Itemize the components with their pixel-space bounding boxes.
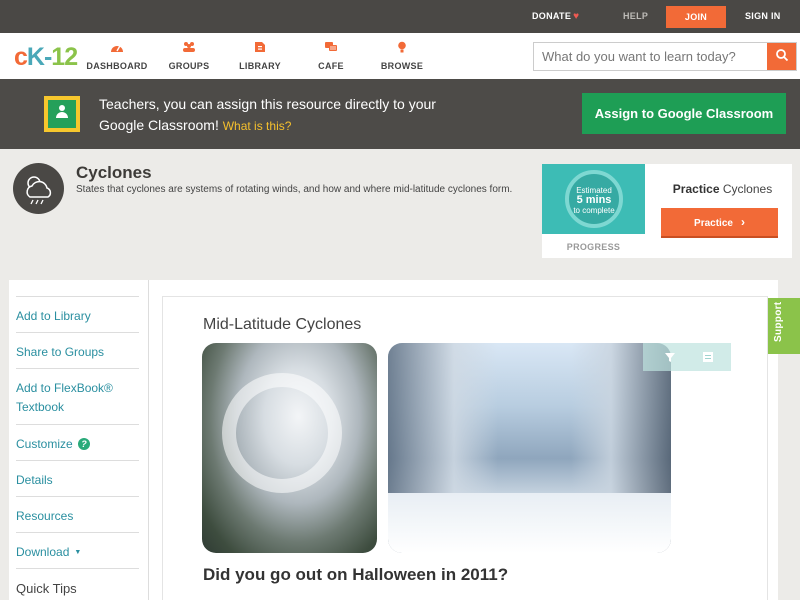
article-title: Mid-Latitude Cyclones [203, 316, 362, 333]
nav-cafe-label: CAFE [318, 61, 344, 71]
weather-cloud-icon [13, 163, 64, 214]
article: Mid-Latitude Cyclones Did you go out on … [162, 296, 768, 600]
estimated-time-ring: Estimated 5 mins to complete [565, 170, 623, 228]
satellite-cyclone-image [202, 343, 377, 553]
estimated-minutes: 5 mins [576, 194, 612, 206]
sidebar-item-resources[interactable]: Resources [16, 496, 139, 526]
groups-icon [183, 42, 195, 52]
sidebar-item-add-to-flexbook[interactable]: Add to FlexBook® Textbook [16, 368, 139, 417]
action-sidebar: Add to Library Share to Groups Add to Fl… [9, 280, 149, 600]
ck12-logo[interactable]: cK-12 [14, 43, 78, 72]
what-is-this-link[interactable]: What is this? [223, 119, 292, 133]
image-toolbar [643, 343, 731, 371]
nav-library-label: LIBRARY [239, 61, 281, 71]
sidebar-item-details[interactable]: Details [16, 460, 139, 490]
nav-library[interactable]: LIBRARY [225, 41, 295, 74]
concept-title: Cyclones [76, 163, 152, 182]
support-tab[interactable]: Support [768, 298, 800, 354]
help-link[interactable]: HELP [623, 0, 648, 33]
logo-c: c [14, 43, 28, 71]
content-panel: Add to Library Share to Groups Add to Fl… [9, 280, 778, 600]
dashboard-icon [111, 45, 123, 52]
main-nav: cK-12 DASHBOARD GROUPS LIBRARY CAFE BROW… [0, 33, 800, 79]
practice-heading: Practice Cyclones [660, 182, 785, 196]
caret-down-icon: ▼ [74, 549, 82, 556]
progress-label: PROGRESS [566, 242, 621, 252]
sidebar-item-quick-tips[interactable]: Quick Tips [16, 568, 139, 598]
notes-icon[interactable] [701, 350, 715, 364]
browse-icon [398, 41, 406, 53]
search-input[interactable] [534, 43, 768, 70]
google-classroom-icon [44, 96, 80, 132]
nav-groups[interactable]: GROUPS [154, 41, 224, 74]
practice-heading-bold: Practice [672, 182, 720, 196]
sidebar-item-download[interactable]: Download ▼ [16, 532, 139, 562]
chevron-right-icon: › [740, 215, 745, 229]
assign-google-classroom-button[interactable]: Assign to Google Classroom [582, 93, 786, 134]
banner-message: Teachers, you can assign this resource d… [99, 94, 459, 137]
sidebar-item-share-to-groups[interactable]: Share to Groups [16, 332, 139, 362]
search-icon [775, 49, 788, 62]
heart-icon: ♥ [573, 11, 580, 22]
library-icon [255, 42, 265, 52]
donate-label: DONATE [532, 11, 572, 21]
logo-k: K- [26, 43, 52, 71]
search-button[interactable] [767, 43, 796, 70]
search-box [533, 42, 797, 71]
concept-description: States that cyclones are systems of rota… [76, 184, 513, 195]
filter-icon[interactable] [663, 350, 677, 364]
practice-button[interactable]: Practice › [661, 208, 778, 238]
logo-12: 12 [51, 43, 78, 71]
nav-dashboard-label: DASHBOARD [86, 61, 148, 71]
practice-card: Estimated 5 mins to complete PROGRESS Pr… [542, 164, 792, 258]
join-button[interactable]: JOIN [666, 6, 726, 28]
article-subheading: Did you go out on Halloween in 2011? [203, 565, 509, 584]
sidebar-item-customize[interactable]: Customize ? [16, 424, 139, 454]
nav-browse[interactable]: BROWSE [367, 41, 437, 74]
nav-cafe[interactable]: CAFE [296, 41, 366, 74]
help-icon[interactable]: ? [78, 438, 91, 450]
progress-graphic: Estimated 5 mins to complete [542, 164, 645, 234]
practice-button-label: Practice [694, 218, 733, 229]
nav-dashboard[interactable]: DASHBOARD [82, 41, 152, 74]
google-classroom-banner: Teachers, you can assign this resource d… [0, 79, 800, 149]
support-label: Support [773, 301, 784, 342]
sidebar-item-add-to-library[interactable]: Add to Library [16, 296, 139, 326]
nav-browse-label: BROWSE [380, 61, 424, 71]
donate-link[interactable]: DONATE ♥ [532, 0, 579, 33]
practice-heading-topic: Cyclones [722, 182, 773, 196]
nav-groups-label: GROUPS [168, 61, 210, 71]
cafe-icon [325, 42, 337, 51]
to-complete-label: to complete [573, 206, 615, 215]
snowy-forest-image [388, 343, 671, 553]
sign-in-link[interactable]: SIGN IN [745, 0, 781, 33]
top-utility-bar: DONATE ♥ HELP JOIN SIGN IN [0, 0, 800, 33]
